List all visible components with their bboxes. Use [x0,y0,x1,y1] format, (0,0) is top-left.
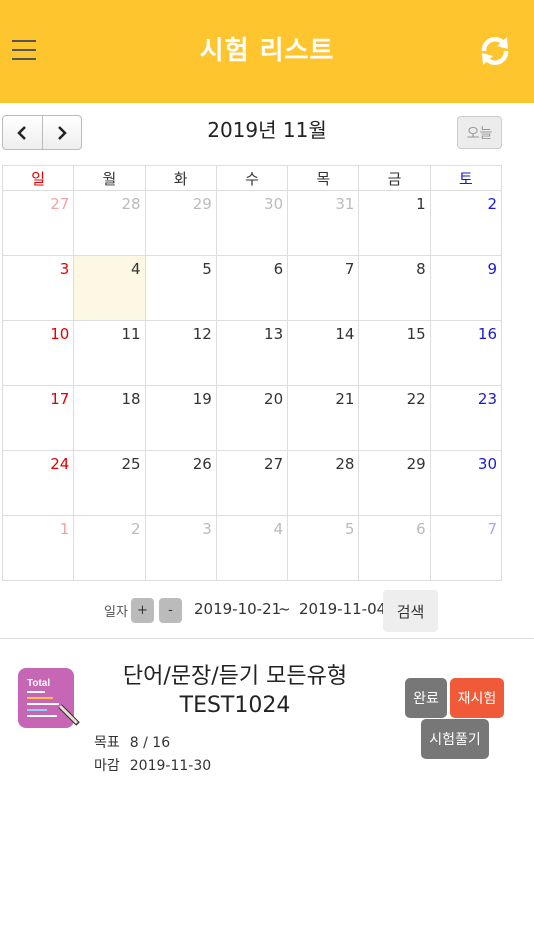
deadline-label: 마감 [94,758,120,774]
calendar-day-cell[interactable]: 2 [429,190,503,256]
calendar-day-cell[interactable]: 29 [144,190,217,256]
calendar-week-row: 24 25 26 27 28 29 30 [1,450,503,516]
weekday-wed: 수 [215,165,289,191]
calendar-day-cell[interactable]: 2 [73,515,146,581]
calendar-day-cell[interactable]: 27 [215,450,289,516]
done-button[interactable]: 완료 [405,678,447,718]
weekday-sun: 일 [1,165,75,191]
date-plus-button[interactable]: + [131,598,154,623]
calendar-day-cell[interactable]: 24 [1,450,75,516]
calendar-day-cell[interactable]: 9 [429,255,503,321]
weekday-thu: 목 [287,165,360,191]
calendar-day-cell[interactable]: 17 [1,385,75,451]
calendar-day-cell[interactable]: 6 [215,255,289,321]
calendar-day-cell[interactable]: 1 [1,515,75,581]
calendar-day-cell[interactable]: 21 [287,385,360,451]
calendar-day-cell[interactable]: 8 [358,255,431,321]
exam-title-line2: TEST1024 [179,693,291,718]
app-header: 시험 리스트 [0,0,534,103]
calendar-day-cell[interactable]: 28 [287,450,360,516]
calendar-day-cell[interactable]: 13 [215,320,289,386]
calendar-week-row: 17 18 19 20 21 22 23 [1,385,503,451]
exam-deadline: 마감 2019-11-30 [94,755,211,775]
goal-value: 8 / 16 [129,735,171,751]
calendar-month-title: 2019년 11월 [207,118,327,142]
date-label: 일자 [104,605,128,620]
calendar-day-cell[interactable]: 14 [287,320,360,386]
page-title: 시험 리스트 [199,36,335,66]
retest-button[interactable]: 재시험 [450,678,504,718]
calendar-day-cell[interactable]: 5 [144,255,217,321]
calendar-day-cell[interactable]: 12 [144,320,217,386]
calendar-day-cell[interactable]: 19 [144,385,217,451]
date-range-separator: ~ [278,600,291,618]
svg-text:Total: Total [27,678,50,689]
weekday-mon: 월 [73,165,146,191]
calendar-day-cell[interactable]: 29 [358,450,431,516]
weekday-fri: 금 [358,165,431,191]
calendar-day-cell[interactable]: 11 [73,320,146,386]
date-from-field[interactable]: 2019-10-21 [194,600,281,618]
calendar-grid: 일 월 화 수 목 금 토 27 28 29 30 31 1 2 3 4 5 6… [1,165,503,581]
exam-type-icon: Total [18,668,80,728]
weekday-header-row: 일 월 화 수 목 금 토 [1,165,503,191]
calendar-day-cell-today[interactable]: 4 [73,255,146,321]
calendar-day-cell[interactable]: 4 [215,515,289,581]
search-button[interactable]: 검색 [383,590,438,632]
calendar-day-cell[interactable]: 25 [73,450,146,516]
calendar-day-cell[interactable]: 6 [358,515,431,581]
calendar-day-cell[interactable]: 31 [287,190,360,256]
calendar-week-row: 1 2 3 4 5 6 7 [1,515,503,581]
calendar-day-cell[interactable]: 3 [144,515,217,581]
exam-list-item[interactable]: Total 단어/문장/듣기 모든유형 TEST1024 목표 8 / 16 마감… [0,650,534,790]
goal-label: 목표 [94,735,120,751]
calendar-day-cell[interactable]: 5 [287,515,360,581]
take-exam-button[interactable]: 시험풀기 [421,719,489,759]
calendar-day-cell[interactable]: 22 [358,385,431,451]
divider [0,638,534,639]
exam-goal: 목표 8 / 16 [94,732,170,752]
calendar-day-cell[interactable]: 30 [429,450,503,516]
calendar-day-cell[interactable]: 18 [73,385,146,451]
deadline-value: 2019-11-30 [129,758,212,774]
calendar-day-cell[interactable]: 10 [1,320,75,386]
calendar-day-cell[interactable]: 15 [358,320,431,386]
exam-title-line1: 단어/문장/듣기 모든유형 [122,664,348,689]
today-button[interactable]: 오늘 [457,116,502,149]
calendar-day-cell[interactable]: 20 [215,385,289,451]
calendar-day-cell[interactable]: 1 [358,190,431,256]
calendar-day-cell[interactable]: 30 [215,190,289,256]
calendar-day-cell[interactable]: 16 [429,320,503,386]
weekday-tue: 화 [144,165,217,191]
weekday-sat: 토 [429,165,503,191]
date-minus-button[interactable]: - [159,598,182,623]
calendar-week-row: 3 4 5 6 7 8 9 [1,255,503,321]
date-search-row: 일자 + - 2019-10-21 ~ 2019-11-04 검색 [0,590,534,632]
calendar-day-cell[interactable]: 3 [1,255,75,321]
calendar-week-row: 27 28 29 30 31 1 2 [1,190,503,256]
calendar-day-cell[interactable]: 7 [429,515,503,581]
refresh-icon[interactable] [478,34,512,68]
date-to-field[interactable]: 2019-11-04 [299,600,386,618]
calendar-day-cell[interactable]: 23 [429,385,503,451]
calendar-day-cell[interactable]: 28 [73,190,146,256]
exam-title: 단어/문장/듣기 모든유형 TEST1024 [115,662,355,720]
calendar-day-cell[interactable]: 27 [1,190,75,256]
calendar-day-cell[interactable]: 7 [287,255,360,321]
calendar-day-cell[interactable]: 26 [144,450,217,516]
calendar-week-row: 10 11 12 13 14 15 16 [1,320,503,386]
